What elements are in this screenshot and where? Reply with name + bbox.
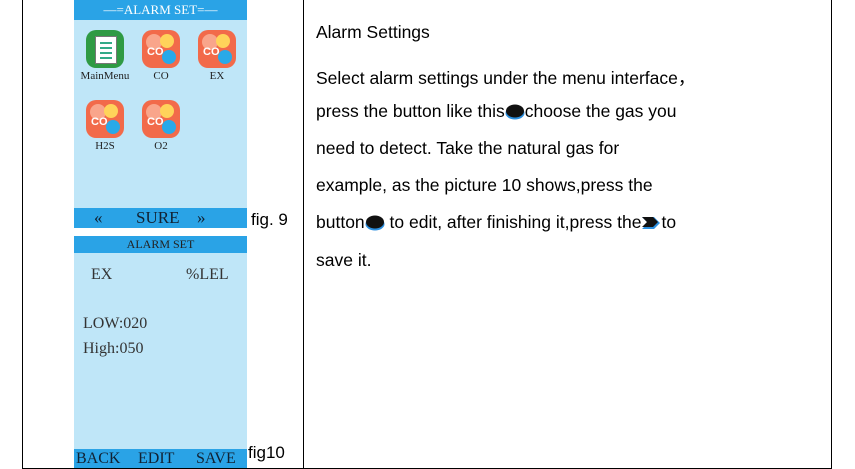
app-h2s[interactable]: CO H2S [77,100,133,152]
gas-molecule-icon: CO [198,30,236,68]
section-heading: Alarm Settings [316,22,430,42]
alarm-set-screen-fig10: ALARM SET EX %LEL LOW:020 High:050 BACK … [74,236,247,469]
gas-unit: %LEL [186,266,229,283]
figure-caption: fig. 9 [251,210,288,229]
paragraph-line: example, as the picture 10 shows,press t… [316,175,653,195]
low-threshold: LOW:020 [83,315,148,332]
app-label: O2 [154,140,168,152]
app-label: CO [153,70,169,82]
nav-right-button[interactable]: » [197,208,206,228]
nav-left-button[interactable]: « [94,208,103,228]
softkey-bar: « SURE » [74,208,247,228]
app-label: MainMenu [80,70,130,82]
app-co[interactable]: CO CO [133,30,189,82]
sure-button[interactable]: SURE [136,208,179,228]
alarm-set-screen-fig9: —=ALARM SET=— MainMenu CO CO CO EX CO H2… [74,0,247,228]
gas-molecule-icon: CO [142,100,180,138]
oval-button-icon [505,104,525,120]
screen-title-bar: ALARM SET [74,236,247,253]
app-label: H2S [95,140,115,152]
app-ex[interactable]: CO EX [189,30,245,82]
app-o2[interactable]: CO O2 [133,100,189,152]
paragraph-line: press the button like this choose the gas… [316,101,677,121]
paragraph-line: button to edit, after finishing it,press… [316,212,677,232]
screen-title-bar: —=ALARM SET=— [74,0,247,20]
gas-molecule-icon: CO [86,100,124,138]
oval-button-icon [365,215,385,231]
paragraph-line: Select alarm settings under the menu int… [316,68,696,88]
chevron-right-button-icon [642,217,661,230]
back-button[interactable]: BACK [76,449,120,469]
high-threshold: High:050 [83,340,144,357]
app-mainmenu[interactable]: MainMenu [77,30,133,82]
edit-button[interactable]: EDIT [138,449,174,469]
column-divider [303,0,304,469]
paragraph-line: need to detect. Take the natural gas for [316,138,620,158]
app-label: EX [209,70,225,82]
paragraph-line: save it. [316,250,372,270]
gas-molecule-icon: CO [142,30,180,68]
softkey-bar: BACK EDIT SAVE [74,449,247,469]
clipboard-icon [86,30,124,68]
gas-name: EX [91,266,113,283]
save-button[interactable]: SAVE [196,449,236,469]
figure-caption: fig10 [248,443,285,462]
